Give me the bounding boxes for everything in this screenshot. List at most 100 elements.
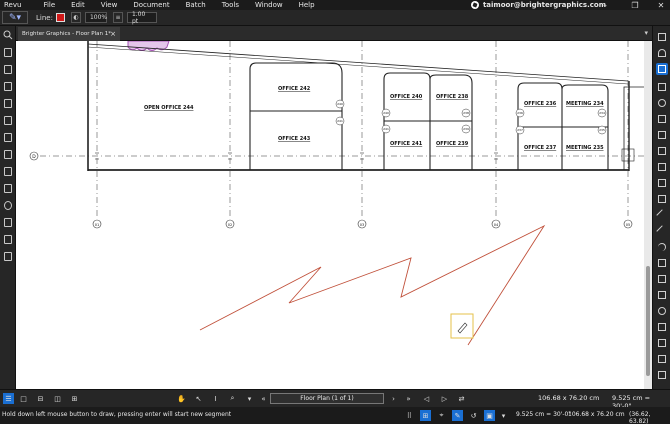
markups-icon[interactable] [2, 80, 14, 92]
ellipse-icon[interactable] [656, 305, 668, 317]
split-horizontal-icon[interactable]: ⊟ [35, 393, 46, 404]
file-access-icon[interactable] [2, 131, 14, 143]
scrollbar-thumb[interactable] [646, 266, 650, 376]
snap-to-grid-icon[interactable]: ⊞ [420, 410, 431, 421]
grid-view-icon[interactable]: ⊞ [69, 393, 80, 404]
cloud-icon[interactable] [656, 97, 668, 109]
eraser-icon[interactable] [656, 145, 668, 157]
room-label: OFFICE 236 [524, 101, 557, 107]
pen-sketch-markup [199, 224, 546, 346]
line-icon[interactable] [656, 209, 668, 221]
arc-icon[interactable] [656, 241, 668, 253]
user-account[interactable]: taimoor@brightergraphics.com [470, 0, 606, 10]
measurements-icon[interactable] [2, 182, 14, 194]
door-tag: 241 [337, 119, 343, 123]
rectangle-icon[interactable] [656, 289, 668, 301]
document-canvas[interactable]: D 01 02 03 04 05 OPEN OFFICE 244 OFFICE … [16, 41, 644, 389]
room-label: OPEN OFFICE 244 [144, 105, 194, 111]
room-label: OFFICE 239 [436, 141, 469, 147]
snap-to-content-icon[interactable]: ⌖ [436, 410, 447, 421]
sync-icon-status[interactable]: ▣ [484, 410, 495, 421]
menu-document[interactable]: Document [125, 0, 177, 10]
arrow-icon[interactable] [656, 225, 668, 237]
room-label: OFFICE 237 [524, 145, 557, 151]
callout-icon[interactable] [656, 81, 668, 93]
polygon-icon[interactable] [656, 321, 668, 333]
shape-icon[interactable] [656, 353, 668, 365]
bookmarks-icon[interactable] [2, 63, 14, 75]
search-icon[interactable] [2, 29, 14, 41]
pen-tool-active-icon[interactable] [656, 63, 668, 75]
reuse-icon[interactable]: ↺ [468, 410, 479, 421]
list-view-icon[interactable]: ☰ [3, 393, 14, 404]
text-select-icon[interactable]: I [210, 393, 221, 404]
status-options-icon[interactable]: ▾ [498, 410, 509, 421]
navigation-bar: ☰ □ ⊟ ◫ ⊞ ✋ ↖ I ⌕ ▾ « Floor Plan (1 of 1… [0, 389, 670, 410]
polyline-icon[interactable] [656, 257, 668, 269]
signatures-icon[interactable] [2, 165, 14, 177]
menu-help[interactable]: Help [291, 0, 323, 10]
next-page-icon[interactable]: › [388, 393, 399, 404]
grid-toggle-icon[interactable]: ⠿ [404, 410, 415, 421]
minimize-icon[interactable]: – [596, 0, 614, 10]
menu-tools[interactable]: Tools [214, 0, 247, 10]
single-page-icon[interactable]: □ [18, 393, 29, 404]
menu-file[interactable]: File [35, 0, 63, 10]
door-tag: 240 [337, 102, 343, 106]
pan-tool-icon[interactable]: ✋ [176, 393, 187, 404]
close-window-icon[interactable]: ✕ [652, 0, 670, 10]
tool-chest-icon[interactable] [2, 97, 14, 109]
snap-to-markup-icon[interactable]: ✎ [452, 410, 463, 421]
menu-batch[interactable]: Batch [178, 0, 214, 10]
previous-view-icon[interactable]: ◁ [421, 393, 432, 404]
stamp-icon[interactable] [656, 113, 668, 125]
measure-area-icon[interactable] [656, 337, 668, 349]
last-page-icon[interactable]: » [403, 393, 414, 404]
tab-close-icon[interactable]: × [110, 30, 116, 38]
grid-label-03: 03 [360, 223, 364, 227]
next-view-icon[interactable]: ▷ [439, 393, 450, 404]
opacity-field[interactable]: 100% [84, 12, 107, 23]
layers-icon[interactable] [2, 148, 14, 160]
door-tag: 234 [599, 111, 605, 115]
properties-icon[interactable] [2, 114, 14, 126]
snapshot-icon[interactable] [656, 193, 668, 205]
hatch-icon[interactable] [656, 369, 668, 381]
split-vertical-icon[interactable]: ◫ [52, 393, 63, 404]
zoom-options-icon[interactable]: ▾ [244, 393, 255, 404]
properties-toolbar: ✎▾ Line: ◐ 100% ≡ 1.00 pt [0, 10, 670, 26]
zoom-icon[interactable]: ⌕ [227, 393, 238, 404]
crop-icon[interactable] [656, 177, 668, 189]
text-box-icon[interactable] [656, 31, 668, 43]
sets-icon[interactable] [2, 250, 14, 262]
line-color-swatch[interactable] [55, 13, 65, 22]
vertical-scrollbar[interactable] [644, 41, 652, 389]
briefcase-icon[interactable] [2, 233, 14, 245]
user-avatar-icon [470, 1, 479, 9]
menu-edit[interactable]: Edit [63, 0, 93, 10]
tab-overflow-icon[interactable]: ▾ [644, 29, 648, 37]
studio-icon[interactable] [2, 199, 14, 211]
lock-icon[interactable] [2, 216, 14, 228]
select-tool-icon[interactable]: ↖ [193, 393, 204, 404]
sync-icon[interactable]: ⇄ [456, 393, 467, 404]
first-page-icon[interactable]: « [258, 393, 269, 404]
page-selector[interactable]: Floor Plan (1 of 1) [270, 393, 384, 404]
line-width-field[interactable]: 1.00 pt [126, 11, 157, 25]
note-icon[interactable] [656, 129, 668, 141]
image-icon[interactable] [656, 161, 668, 173]
dimension-icon[interactable] [656, 273, 668, 285]
user-email: taimoor@brightergraphics.com [482, 1, 606, 9]
menu-view[interactable]: View [93, 0, 126, 10]
line-width-icon: ≡ [112, 12, 123, 23]
menu-window[interactable]: Window [247, 0, 291, 10]
tab-floor-plan[interactable]: Brighter Graphics - Floor Plan 1* × [18, 27, 120, 41]
right-tool-bar [652, 26, 670, 389]
restore-icon[interactable]: ❐ [626, 0, 644, 10]
grid-bubble-d: D [29, 151, 39, 161]
menu-revu[interactable]: Revu [0, 0, 35, 10]
highlighter-icon[interactable] [656, 47, 668, 59]
thumbnails-icon[interactable] [2, 46, 14, 58]
pen-tool-icon[interactable]: ✎▾ [2, 11, 28, 24]
room-label: OFFICE 242 [278, 86, 311, 92]
